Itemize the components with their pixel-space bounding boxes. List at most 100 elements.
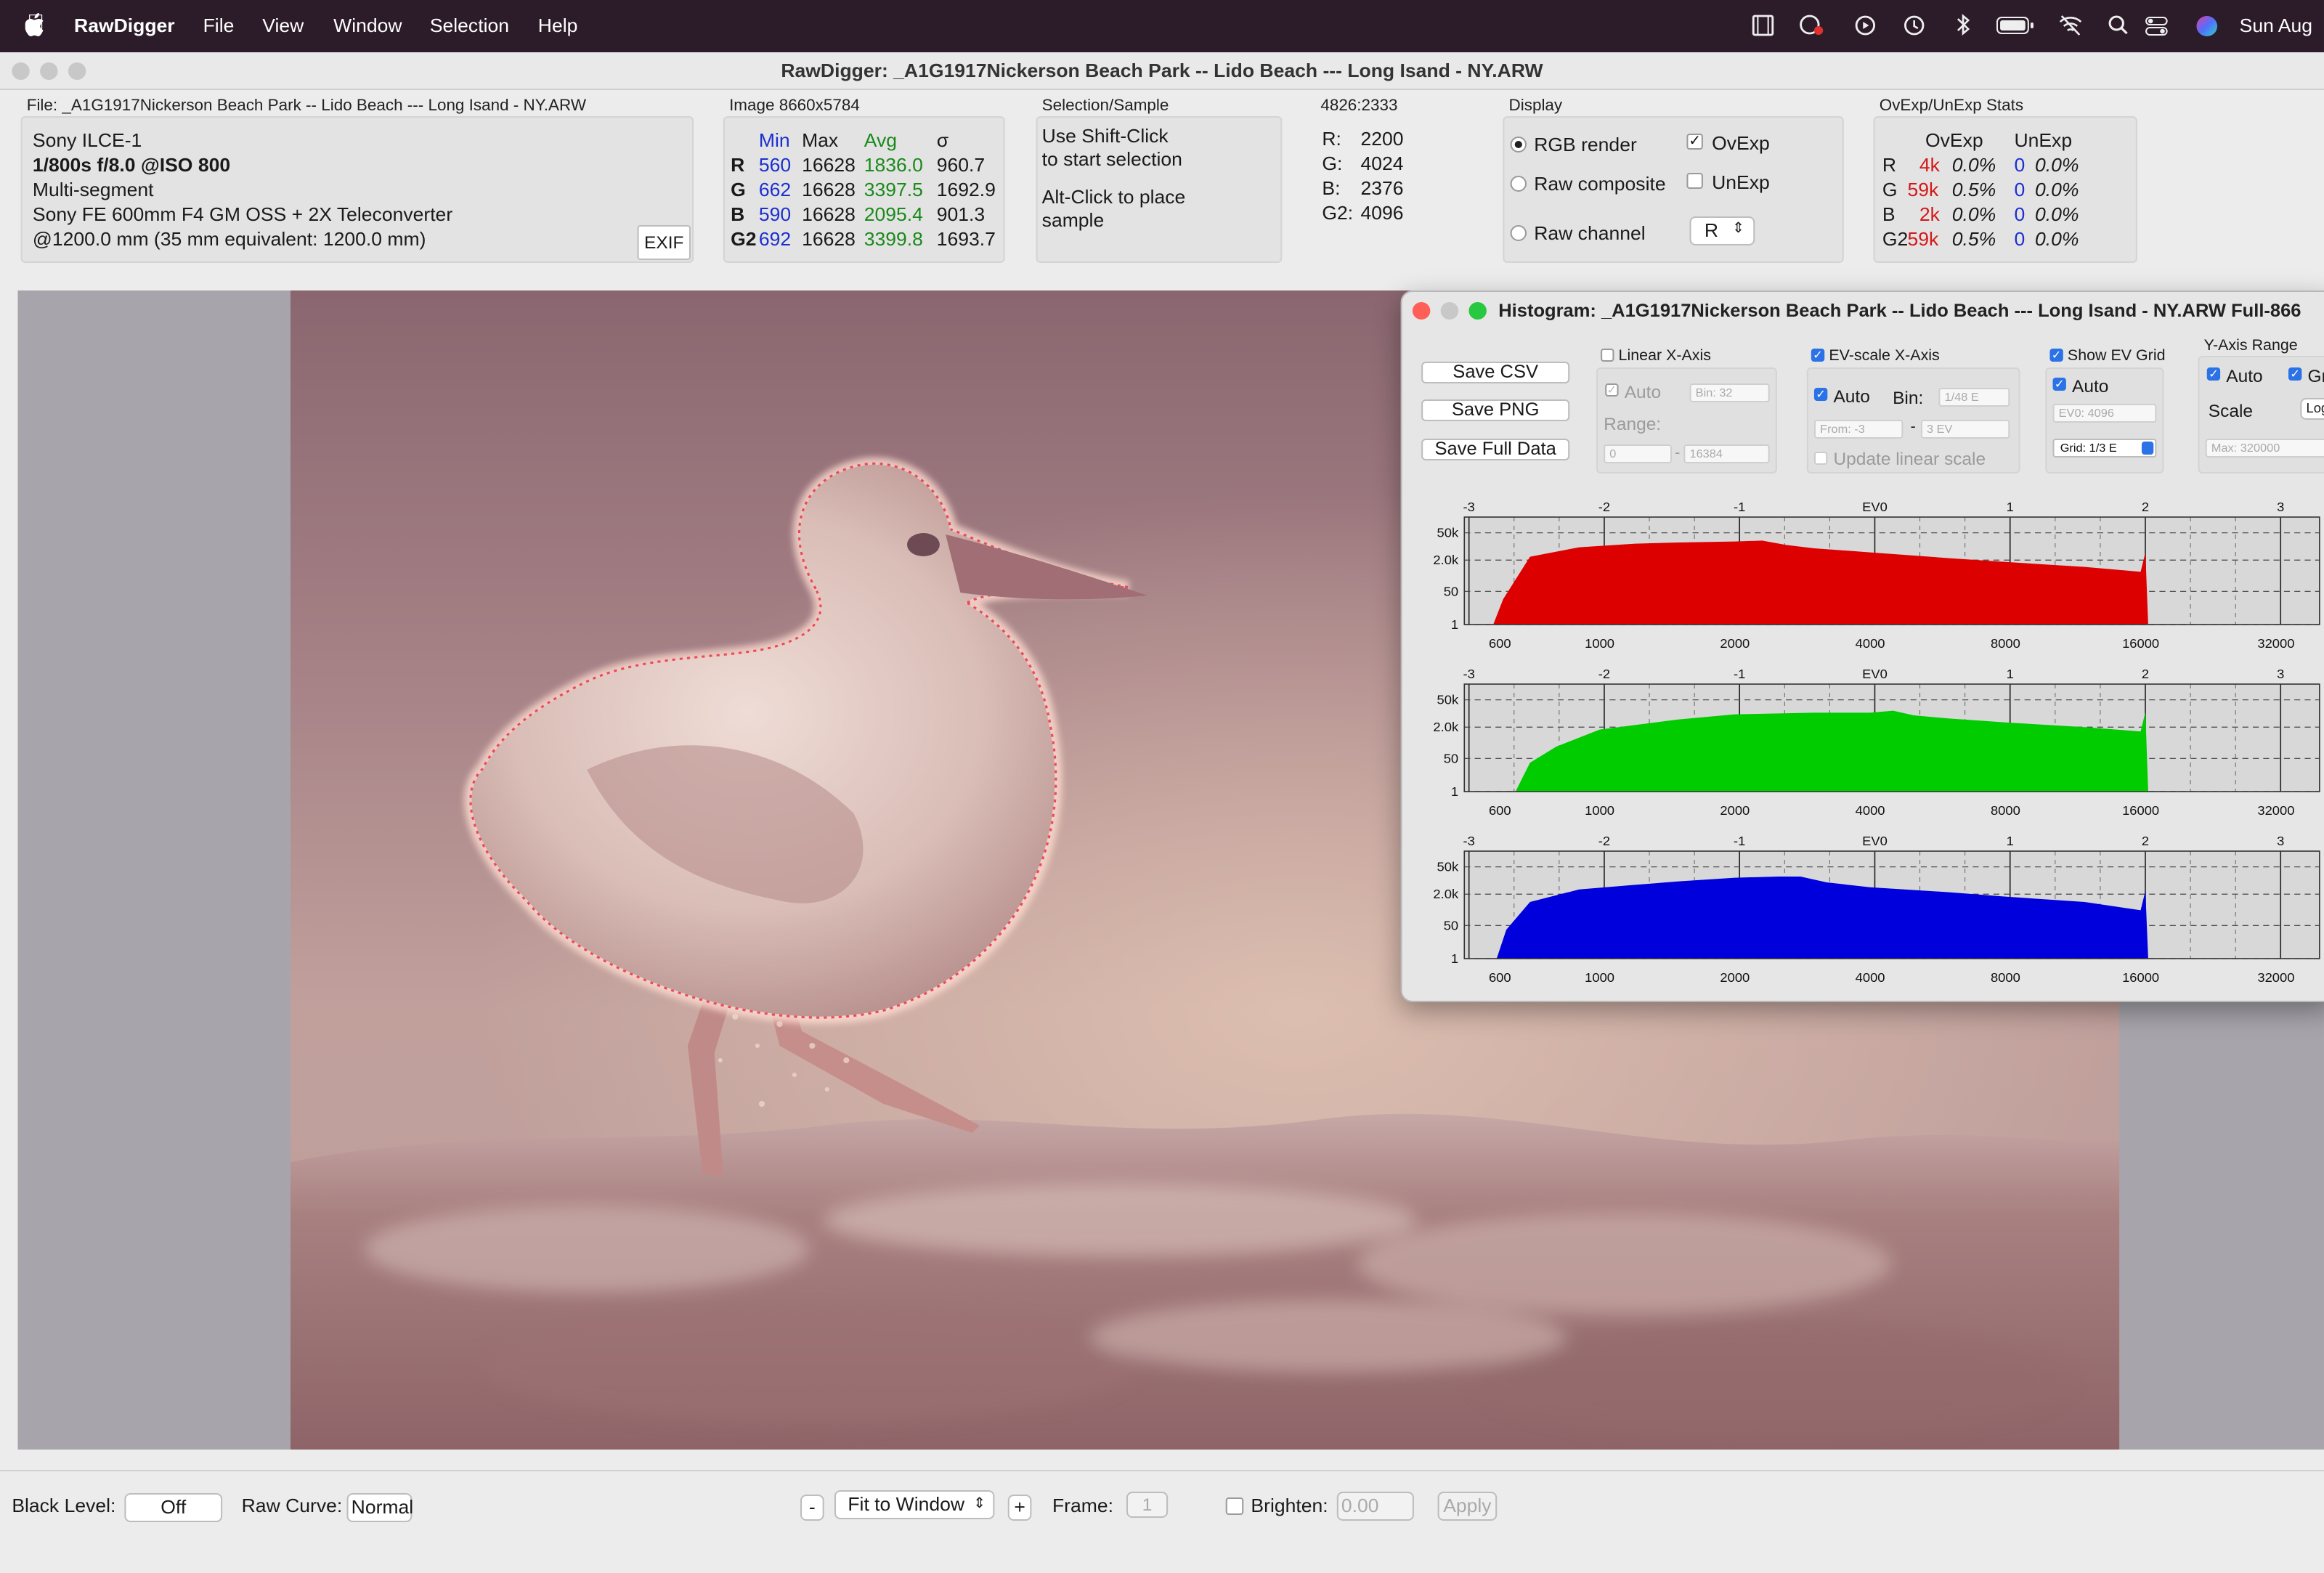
ev-tick-label: -2	[1598, 834, 1610, 848]
menu-window[interactable]: Window	[333, 15, 402, 36]
stats-max: 16628	[802, 228, 856, 250]
siri-icon[interactable]	[2195, 15, 2219, 38]
lens-info: Sony FE 600mm F4 GM OSS + 2X Teleconvert…	[32, 203, 453, 225]
file-info-panel: Sony ILCE-1 1/800s f/8.0 @ISO 800 Multi-…	[20, 116, 694, 263]
film-strip-icon[interactable]	[1752, 15, 1774, 36]
clock-history-icon[interactable]	[1903, 15, 1925, 36]
ev-auto-label: Auto	[1833, 386, 1870, 407]
search-icon[interactable]	[2108, 15, 2129, 36]
display-label: Display	[1508, 97, 1563, 115]
frame-stepper[interactable]: 1	[1126, 1492, 1169, 1518]
menu-help[interactable]: Help	[538, 15, 578, 36]
x-tick-label: 600	[1489, 636, 1511, 651]
clock[interactable]: Sun Aug	[2240, 15, 2312, 36]
ev-bin-field[interactable]: 1/48 E	[1938, 388, 2010, 407]
scale-select[interactable]: Log	[2300, 398, 2324, 420]
zoom-button[interactable]	[1468, 302, 1487, 320]
ovexp-channel: G2	[1882, 228, 1909, 250]
save-png-button[interactable]: Save PNG	[1421, 399, 1570, 421]
show-ev-grid-checkbox[interactable]: ✓	[2049, 349, 2063, 362]
raw-curve-select[interactable]: Normal	[346, 1493, 413, 1522]
focal-info: @1200.0 mm (35 mm equivalent: 1200.0 mm)	[32, 228, 426, 250]
ev-scale-checkbox[interactable]: ✓	[1811, 349, 1825, 362]
wifi-off-icon[interactable]	[2059, 15, 2083, 36]
y-tick-label: 50k	[1437, 693, 1460, 707]
rgb-render-radio[interactable]	[1510, 137, 1527, 153]
stats-min: 560	[758, 154, 792, 176]
battery-icon[interactable]	[1996, 16, 2035, 35]
raw-composite-radio[interactable]	[1510, 176, 1527, 192]
unexp-checkbox[interactable]	[1686, 173, 1703, 189]
ev-auto-checkbox[interactable]: ✓	[1813, 388, 1828, 401]
bluetooth-icon[interactable]	[1955, 13, 1971, 36]
ev-tick-label: -1	[1734, 834, 1745, 848]
update-linear-checkbox[interactable]	[1813, 452, 1828, 465]
histogram-window[interactable]: Histogram: _A1G1917Nickerson Beach Park …	[1400, 290, 2324, 1002]
header-max: Max	[802, 129, 839, 151]
play-circle-icon[interactable]	[1854, 15, 1877, 36]
x-tick-label: 4000	[1856, 636, 1885, 651]
ovexp-percent: 0.0%	[1951, 154, 1996, 176]
pixel-coords: 4826:2333	[1320, 97, 1398, 115]
save-full-data-button[interactable]: Save Full Data	[1421, 439, 1570, 460]
linear-bin-field[interactable]: Bin: 32	[1689, 383, 1770, 402]
menu-bar:  RawDigger File View Window Selection H…	[0, 0, 2324, 52]
grid-select[interactable]: Grid: 1/3 E	[2052, 439, 2157, 458]
menu-view[interactable]: View	[262, 15, 304, 36]
y-axis-range-label: Y-Axis Range	[2203, 337, 2298, 354]
ev-tick-label: 2	[2142, 834, 2149, 848]
exif-button[interactable]: EXIF	[637, 225, 691, 260]
ovexp-channel: G	[1882, 179, 1898, 200]
minimize-button[interactable]	[1440, 302, 1459, 320]
color-wheel-icon[interactable]	[1797, 15, 1824, 36]
chevron-updown-icon: ⇕	[973, 1496, 986, 1512]
ev0-field[interactable]: EV0: 4096	[2052, 404, 2157, 423]
x-tick-label: 32000	[2257, 970, 2294, 985]
save-csv-button[interactable]: Save CSV	[1421, 362, 1570, 383]
ev-tick-label: 2	[2142, 667, 2149, 681]
y-auto-checkbox[interactable]: ✓	[2206, 367, 2221, 381]
brighten-field[interactable]: 0.00	[1336, 1492, 1414, 1521]
y-tick-label: 50	[1444, 751, 1458, 765]
ev-to-field[interactable]: 3 EV	[1920, 420, 2010, 439]
y-grid-checkbox[interactable]: ✓	[2288, 367, 2302, 381]
range-from-field[interactable]: 0	[1604, 444, 1673, 463]
image-size-label: Image 8660x5784	[729, 97, 860, 115]
raw-channel-radio[interactable]	[1510, 225, 1527, 241]
x-tick-label: 16000	[2122, 636, 2159, 651]
minimize-button[interactable]	[40, 62, 58, 80]
y-max-field[interactable]: Max: 320000	[2205, 439, 2324, 458]
menu-selection[interactable]: Selection	[430, 15, 509, 36]
apple-logo-icon[interactable]	[25, 13, 46, 36]
zoom-out-button[interactable]: -	[800, 1495, 824, 1521]
linear-auto-checkbox[interactable]: ✓	[1605, 383, 1619, 397]
ev-from-field[interactable]: From: -3	[1813, 420, 1904, 439]
range-label: Range:	[1604, 414, 1662, 434]
menu-file[interactable]: File	[203, 15, 235, 36]
brighten-checkbox[interactable]	[1225, 1497, 1244, 1515]
close-button[interactable]	[1412, 302, 1431, 320]
y-tick-label: 50	[1444, 918, 1458, 932]
grid-auto-checkbox[interactable]: ✓	[2052, 378, 2066, 391]
apply-button[interactable]: Apply	[1437, 1492, 1498, 1521]
ovexp-percent: 0.5%	[1951, 228, 1996, 250]
grid-auto-label: Auto	[2072, 376, 2109, 397]
control-center-icon[interactable]	[2145, 15, 2169, 36]
close-button[interactable]	[12, 62, 30, 80]
channel-select[interactable]: R ⇕	[1689, 216, 1755, 245]
stats-channel: G2	[731, 228, 757, 250]
brighten-label: Brighten:	[1251, 1495, 1328, 1516]
pixel-channel: G:	[1322, 153, 1343, 174]
zoom-button[interactable]	[68, 62, 86, 80]
zoom-in-button[interactable]: +	[1007, 1495, 1032, 1521]
app-menu[interactable]: RawDigger	[74, 15, 175, 36]
ovexp-checkbox[interactable]: ✓	[1686, 134, 1703, 150]
x-tick-label: 16000	[2122, 803, 2159, 818]
ovexp-channel: R	[1882, 154, 1896, 176]
stats-channel: G	[731, 179, 746, 200]
black-level-select[interactable]: Off	[124, 1493, 223, 1522]
zoom-select[interactable]: Fit to Window ⇕	[834, 1490, 995, 1519]
selection-panel: Use Shift-Click to start selection Alt-C…	[1036, 116, 1283, 263]
linear-x-axis-checkbox[interactable]	[1601, 349, 1614, 362]
range-to-field[interactable]: 16384	[1683, 444, 1770, 463]
